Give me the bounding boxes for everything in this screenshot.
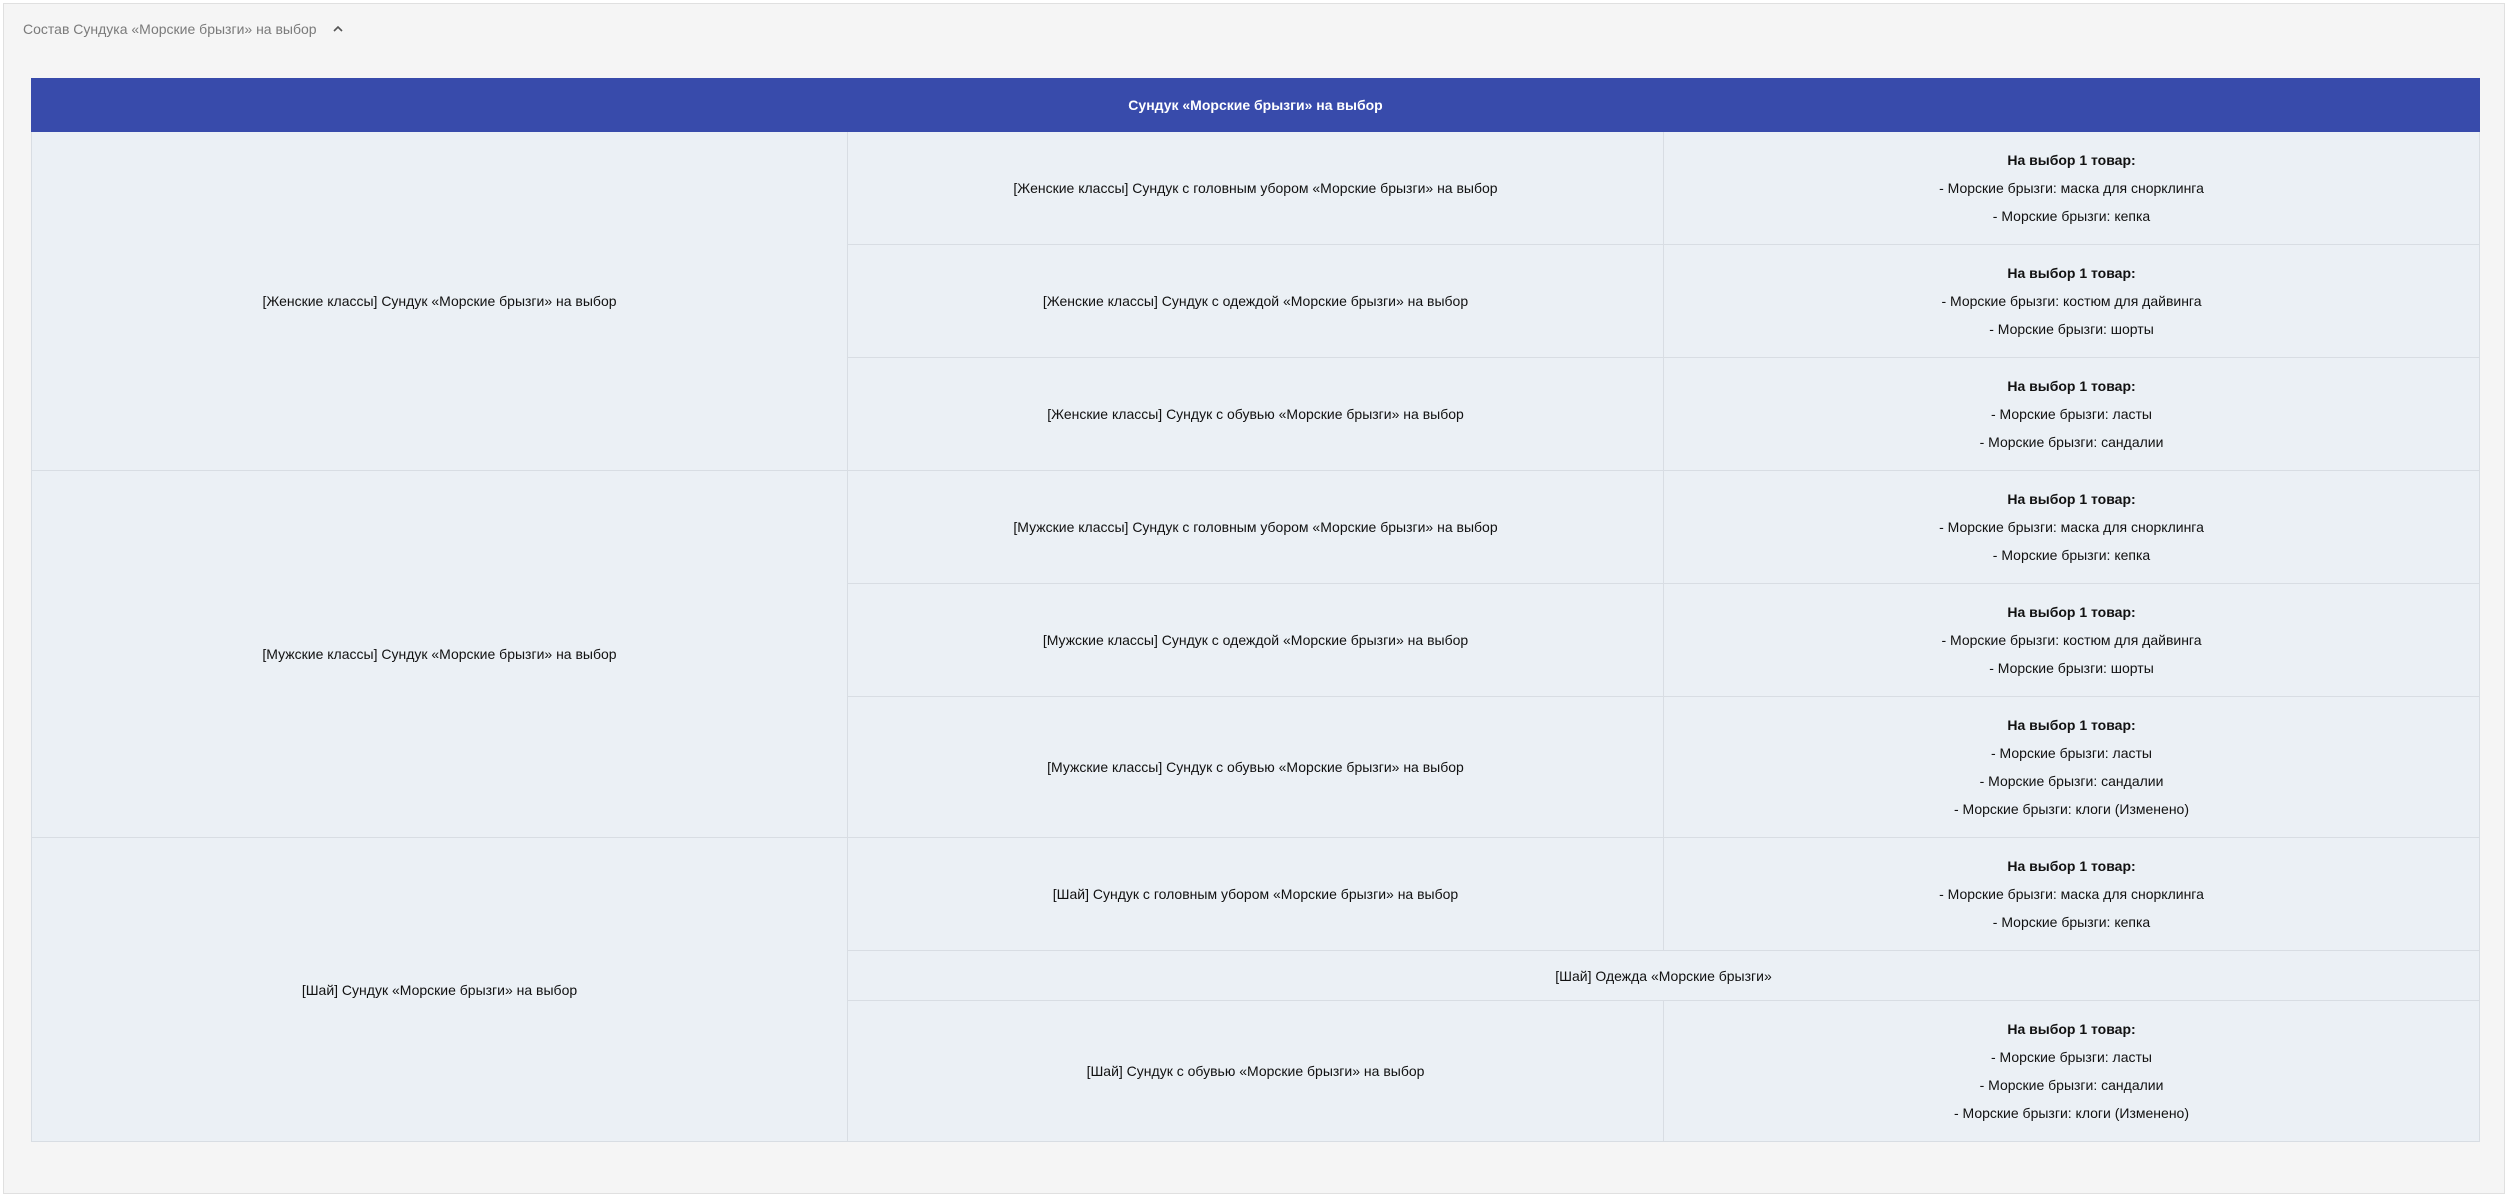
choice-cell: На выбор 1 товар: - Морские брызги: маск… bbox=[1662, 131, 2481, 245]
choice-title: На выбор 1 товар: bbox=[2007, 265, 2136, 281]
choice-item: - Морские брызги: кепка bbox=[1992, 208, 2151, 224]
chest-name: [Шай] Сундук с головным убором «Морские … bbox=[847, 837, 1664, 951]
choice-item: - Морские брызги: маска для снорклинга bbox=[1939, 886, 2204, 902]
choice-item: - Морские брызги: шорты bbox=[1989, 321, 2154, 337]
chest-name: [Шай] Сундук с обувью «Морские брызги» н… bbox=[847, 1000, 1664, 1142]
choice-item: - Морские брызги: костюм для дайвинга bbox=[1941, 632, 2202, 648]
choice-title: На выбор 1 товар: bbox=[2007, 604, 2136, 620]
group-label: [Мужские классы] Сундук «Морские брызги»… bbox=[31, 470, 848, 838]
group-label: [Женские классы] Сундук «Морские брызги»… bbox=[31, 131, 848, 471]
choice-item: - Морские брызги: маска для снорклинга bbox=[1939, 519, 2204, 535]
choice-item: - Морские брызги: шорты bbox=[1989, 660, 2154, 676]
choice-cell: На выбор 1 товар: - Морские брызги: кост… bbox=[1662, 583, 2481, 697]
panel-toggle[interactable]: Состав Сундука «Морские брызги» на выбор bbox=[23, 17, 345, 41]
choice-cell: На выбор 1 товар: - Морские брызги: ласт… bbox=[1662, 357, 2481, 471]
choice-item: - Морские брызги: кепка bbox=[1992, 547, 2151, 563]
choice-cell: На выбор 1 товар: - Морские брызги: ласт… bbox=[1662, 696, 2481, 838]
choice-item: - Морские брызги: маска для снорклинга bbox=[1939, 180, 2204, 196]
choice-item: - Морские брызги: ласты bbox=[1991, 406, 2152, 422]
chest-name: [Мужские классы] Сундук с одеждой «Морск… bbox=[847, 583, 1664, 697]
choice-item: - Морские брызги: клоги (Изменено) bbox=[1953, 801, 2190, 817]
choice-title: На выбор 1 товар: bbox=[2007, 152, 2136, 168]
choice-item: - Морские брызги: сандалии bbox=[1979, 434, 2164, 450]
choice-cell: На выбор 1 товар: - Морские брызги: кост… bbox=[1662, 244, 2481, 358]
choice-item: - Морские брызги: ласты bbox=[1991, 1049, 2152, 1065]
table-row: [Мужские классы] Сундук «Морские брызги»… bbox=[31, 470, 2481, 838]
choice-cell: На выбор 1 товар: - Морские брызги: маск… bbox=[1662, 470, 2481, 584]
single-item: [Шай] Одежда «Морские брызги» bbox=[846, 950, 2481, 1001]
contents-table-wrapper: Сундук «Морские брызги» на выбор [Женски… bbox=[30, 78, 2481, 1142]
choice-title: На выбор 1 товар: bbox=[2007, 378, 2136, 394]
chest-name: [Женские классы] Сундук с одеждой «Морск… bbox=[847, 244, 1664, 358]
choice-cell: На выбор 1 товар: - Морские брызги: маск… bbox=[1662, 837, 2481, 951]
chest-name: [Женские классы] Сундук с обувью «Морски… bbox=[847, 357, 1664, 471]
table-row: [Женские классы] Сундук «Морские брызги»… bbox=[31, 131, 2481, 471]
choice-title: На выбор 1 товар: bbox=[2007, 491, 2136, 507]
choice-item: - Морские брызги: клоги (Изменено) bbox=[1953, 1105, 2190, 1121]
panel-title: Состав Сундука «Морские брызги» на выбор bbox=[23, 21, 317, 37]
chest-name: [Мужские классы] Сундук с обувью «Морски… bbox=[847, 696, 1664, 838]
table-row: [Шай] Сундук «Морские брызги» на выбор [… bbox=[31, 837, 2481, 1142]
chest-name: [Женские классы] Сундук с головным уборо… bbox=[847, 131, 1664, 245]
choice-title: На выбор 1 товар: bbox=[2007, 1021, 2136, 1037]
contents-table: Сундук «Морские брызги» на выбор [Женски… bbox=[30, 78, 2481, 1142]
choice-title: На выбор 1 товар: bbox=[2007, 717, 2136, 733]
choice-item: - Морские брызги: костюм для дайвинга bbox=[1941, 293, 2202, 309]
chevron-up-icon[interactable] bbox=[331, 22, 345, 36]
choice-item: - Морские брызги: ласты bbox=[1991, 745, 2152, 761]
choice-item: - Морские брызги: сандалии bbox=[1979, 773, 2164, 789]
choice-item: - Морские брызги: кепка bbox=[1992, 914, 2151, 930]
choice-item: - Морские брызги: сандалии bbox=[1979, 1077, 2164, 1093]
chest-name: [Мужские классы] Сундук с головным уборо… bbox=[847, 470, 1664, 584]
choice-title: На выбор 1 товар: bbox=[2007, 858, 2136, 874]
table-title: Сундук «Морские брызги» на выбор bbox=[30, 78, 2481, 132]
choice-cell: На выбор 1 товар: - Морские брызги: ласт… bbox=[1662, 1000, 2481, 1142]
group-label: [Шай] Сундук «Морские брызги» на выбор bbox=[31, 837, 848, 1142]
collapsible-panel: Состав Сундука «Морские брызги» на выбор… bbox=[3, 3, 2505, 1194]
